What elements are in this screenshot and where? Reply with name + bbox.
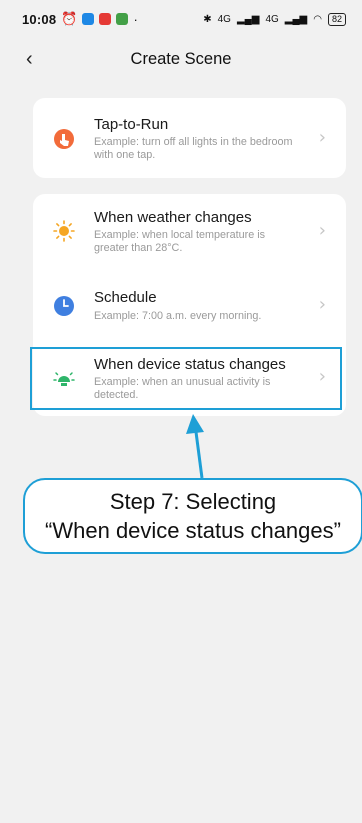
annotation-callout: Step 7: Selecting “When device status ch… bbox=[23, 478, 362, 554]
arrow-icon bbox=[186, 414, 204, 479]
annotation-line: Step 7: Selecting bbox=[109, 489, 277, 514]
annotation-line: “When device status changes” bbox=[45, 518, 341, 543]
